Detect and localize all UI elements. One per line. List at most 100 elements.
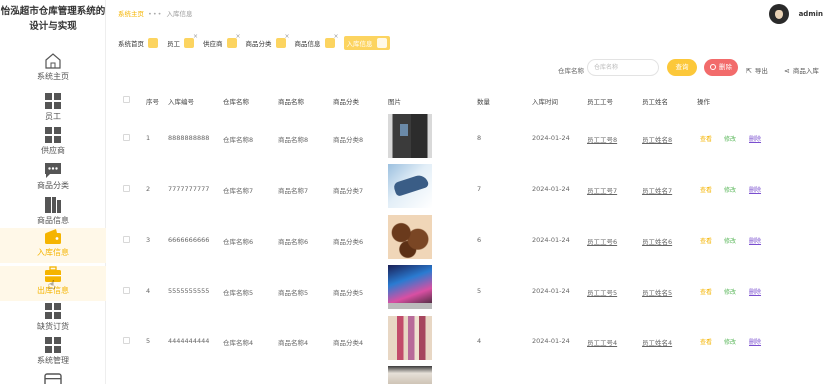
tab-label: 入库信息 xyxy=(346,40,373,48)
col-header-actions: 操作 xyxy=(697,98,710,106)
breadcrumb-current: 入库信息 xyxy=(166,10,193,18)
delete-link[interactable]: 删除 xyxy=(749,236,761,245)
edit-link[interactable]: 修改 xyxy=(724,337,736,346)
sidebar-item-employee[interactable]: 员工 xyxy=(0,92,106,127)
tab-home[interactable]: 系统首页 xyxy=(118,38,158,48)
search-button[interactable]: 查询 xyxy=(667,59,697,76)
username[interactable]: admin xyxy=(799,10,823,18)
col-header-date: 入库时间 xyxy=(532,98,558,106)
tab-bar: 系统首页 员工 × 供应商 × 商品分类 × 商品信息 × 入库信息 xyxy=(118,33,399,50)
delete-link[interactable]: 删除 xyxy=(749,185,761,194)
sidebar-item-label: 系统主页 xyxy=(37,72,69,81)
breadcrumb-home[interactable]: 系统主页 xyxy=(118,10,144,18)
cell-qty: 7 xyxy=(477,185,482,193)
cell-category: 商品分类6 xyxy=(333,238,364,246)
home-icon xyxy=(44,52,62,70)
grid-icon xyxy=(44,126,62,144)
tab-marker-icon xyxy=(376,38,387,48)
view-link[interactable]: 查看 xyxy=(700,185,712,194)
delete-link[interactable]: 删除 xyxy=(749,287,761,296)
import-link[interactable]: ⋖ 商品入库 xyxy=(784,65,819,75)
cell-emp-name: 员工姓名7 xyxy=(642,187,673,195)
close-icon[interactable]: × xyxy=(284,33,289,40)
user-menu[interactable]: admin xyxy=(768,2,823,26)
tab-supplier[interactable]: 供应商 × xyxy=(203,33,241,48)
view-link[interactable]: 查看 xyxy=(700,337,712,346)
cell-warehouse: 仓库名称4 xyxy=(223,339,254,347)
tab-inbound[interactable]: 入库信息 xyxy=(343,36,390,50)
cell-code: 4444444444 xyxy=(168,337,210,345)
col-header-warehouse: 仓库名称 xyxy=(223,98,249,106)
cell-category: 商品分类7 xyxy=(333,187,364,195)
cell-qty: 5 xyxy=(477,287,482,295)
app-root: 怡泓超市仓库管理系统的 设计与实现 系统主页 员工 供应商 商品分类 商品信息 … xyxy=(0,0,831,384)
cell-emp-name: 员工姓名8 xyxy=(642,136,673,144)
row-checkbox[interactable] xyxy=(123,134,130,141)
cell-category: 商品分类8 xyxy=(333,136,364,144)
tab-employee[interactable]: 员工 × xyxy=(167,33,198,48)
sidebar-item-label: 商品分类 xyxy=(37,181,69,190)
avatar[interactable] xyxy=(768,4,789,24)
breadcrumb-separator: ••• xyxy=(148,10,163,18)
view-link[interactable]: 查看 xyxy=(700,134,712,143)
tab-label: 员工 xyxy=(167,40,180,48)
cell-date: 2024-01-24 xyxy=(532,337,570,345)
search-input[interactable]: 仓库名称 xyxy=(587,59,659,76)
col-header-image: 图片 xyxy=(388,98,401,106)
cell-date: 2024-01-24 xyxy=(532,287,570,295)
select-all-checkbox[interactable] xyxy=(123,96,130,103)
sidebar-item-supplier[interactable]: 供应商 xyxy=(0,126,106,161)
grid-icon xyxy=(44,336,62,354)
sidebar-item-restock[interactable]: 缺货订货 xyxy=(0,302,106,337)
cell-emp-no: 员工工号4 xyxy=(587,339,618,347)
tab-product[interactable]: 商品信息 × xyxy=(295,33,339,48)
col-header-emp-no: 员工工号 xyxy=(587,98,613,106)
cell-index: 2 xyxy=(146,185,151,193)
export-label: 导出 xyxy=(754,67,768,75)
cell-index: 4 xyxy=(146,287,151,295)
view-link[interactable]: 查看 xyxy=(700,236,712,245)
row-checkbox[interactable] xyxy=(123,236,130,243)
sidebar-item-system[interactable]: 系统管理 xyxy=(0,336,106,371)
delete-link[interactable]: 删除 xyxy=(749,134,761,143)
cell-emp-name: 员工姓名5 xyxy=(642,289,673,297)
close-icon[interactable]: × xyxy=(333,33,338,40)
cell-qty: 4 xyxy=(477,337,482,345)
cell-product: 商品名称7 xyxy=(278,187,309,195)
sidebar-item-inbound[interactable]: 入库信息 xyxy=(0,228,106,263)
export-link[interactable]: ⇱ 导出 xyxy=(746,65,768,75)
product-image xyxy=(388,114,432,158)
import-label: 商品入库 xyxy=(792,67,819,75)
tab-category[interactable]: 商品分类 × xyxy=(246,33,290,48)
cell-emp-no: 员工工号5 xyxy=(587,289,618,297)
delete-link[interactable]: 删除 xyxy=(749,337,761,346)
cell-emp-name: 员工姓名6 xyxy=(642,238,673,246)
cell-category: 商品分类4 xyxy=(333,339,364,347)
edit-link[interactable]: 修改 xyxy=(724,134,736,143)
sidebar-item-home[interactable]: 系统主页 xyxy=(0,52,106,87)
close-icon[interactable]: × xyxy=(193,33,198,40)
view-link[interactable]: 查看 xyxy=(700,287,712,296)
tab-label: 供应商 xyxy=(203,40,223,48)
cell-qty: 8 xyxy=(477,134,482,142)
edit-link[interactable]: 修改 xyxy=(724,185,736,194)
row-checkbox[interactable] xyxy=(123,337,130,344)
sidebar-item-more[interactable] xyxy=(0,372,106,384)
cell-index: 5 xyxy=(146,337,151,345)
product-image xyxy=(388,265,432,309)
col-header-emp-name: 员工姓名 xyxy=(642,98,668,106)
sidebar: 怡泓超市仓库管理系统的 设计与实现 系统主页 员工 供应商 商品分类 商品信息 … xyxy=(0,0,106,384)
close-icon[interactable]: × xyxy=(235,33,240,40)
edit-link[interactable]: 修改 xyxy=(724,287,736,296)
row-checkbox[interactable] xyxy=(123,185,130,192)
cell-product: 商品名称6 xyxy=(278,238,309,246)
sidebar-item-product[interactable]: 商品信息 xyxy=(0,196,106,231)
col-header-category: 商品分类 xyxy=(333,98,359,106)
cell-emp-no: 员工工号8 xyxy=(587,136,618,144)
row-checkbox[interactable] xyxy=(123,287,130,294)
cell-warehouse: 仓库名称5 xyxy=(223,289,254,297)
delete-button[interactable]: 删除 xyxy=(704,59,738,76)
col-header-qty: 数量 xyxy=(477,98,490,106)
edit-link[interactable]: 修改 xyxy=(724,236,736,245)
sidebar-item-category[interactable]: 商品分类 xyxy=(0,161,106,196)
